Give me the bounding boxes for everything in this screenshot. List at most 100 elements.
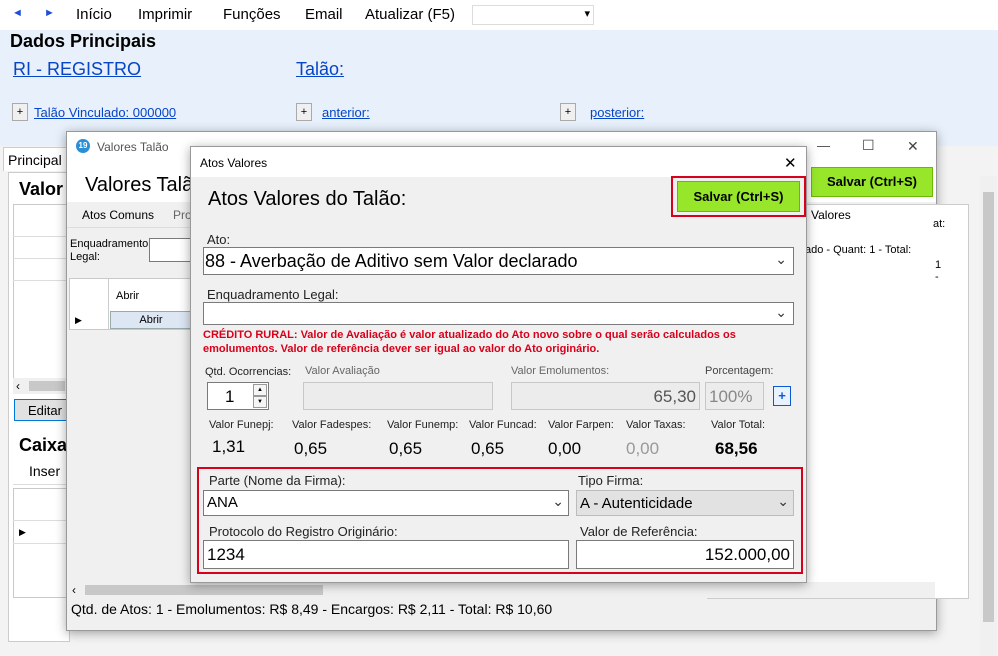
- chevron-down-icon: ⌄: [775, 251, 787, 267]
- valor-grid-hscroll[interactable]: ‹: [13, 378, 68, 394]
- atos-grid: Abrir ▶ Abrir: [69, 278, 192, 330]
- parte-label: Parte (Nome da Firma):: [209, 473, 346, 488]
- credito-rural-notice: CRÉDITO RURAL: Valor de Avaliação é valo…: [203, 329, 736, 355]
- valor-referencia-field[interactable]: 152.000,00: [576, 540, 794, 569]
- tab-atos-comuns[interactable]: Atos Comuns: [82, 208, 154, 222]
- enquadramento-field[interactable]: [149, 238, 193, 262]
- tipo-firma-select[interactable]: A - Autenticidade ⌄: [576, 490, 794, 516]
- scroll-thumb[interactable]: [983, 192, 994, 622]
- posterior-expand-button[interactable]: +: [560, 103, 576, 121]
- menu-inicio[interactable]: Início: [76, 6, 112, 23]
- grid-line: [13, 520, 68, 521]
- parte-combobox[interactable]: ANA ⌄: [203, 490, 569, 516]
- qtd-ocorrencias-value: 1: [225, 387, 235, 406]
- enquadramento-label: Enquadramento Legal:: [70, 238, 149, 263]
- atos-valores-titlebar: Atos Valores ✕: [191, 147, 806, 177]
- valores-hscroll[interactable]: ‹: [69, 582, 935, 598]
- atos-valores-dialog: Atos Valores ✕ Atos Valores do Talão: Sa…: [190, 146, 807, 583]
- tab-valores[interactable]: Valores: [811, 208, 851, 222]
- scroll-left-icon[interactable]: ‹: [72, 583, 76, 597]
- editar-button[interactable]: Editar: [14, 399, 68, 421]
- valor-grid: [13, 204, 68, 394]
- fadespes-value: 0,65: [294, 439, 328, 458]
- talao-link[interactable]: Talão:: [296, 59, 344, 80]
- maximize-icon[interactable]: ☐: [862, 137, 875, 154]
- funcad-value: 0,65: [471, 439, 505, 458]
- porcentagem-plus-button[interactable]: +: [773, 386, 791, 406]
- menu-atualizar[interactable]: Atualizar (F5): [365, 6, 455, 23]
- back-arrow-icon[interactable]: ◄: [12, 7, 23, 19]
- protocolo-value: 1234: [207, 545, 245, 564]
- qtd-ocorrencias-label: Qtd. Ocorrencias:: [205, 366, 292, 378]
- posterior-link[interactable]: posterior:: [590, 105, 644, 120]
- protocolo-field[interactable]: 1234: [203, 540, 569, 569]
- chevron-down-icon: ⌄: [775, 304, 787, 320]
- valor-total-label: Valor Total:: [711, 419, 766, 431]
- valor-referencia-label: Valor de Referência:: [580, 524, 698, 539]
- ato-select-value: 88 - Averbação de Aditivo sem Valor decl…: [205, 251, 578, 271]
- summary-bar: Qtd. de Atos: 1 - Emolumentos: R$ 8,49 -…: [71, 601, 553, 617]
- app-logo-icon: 19: [76, 139, 90, 153]
- anterior-link[interactable]: anterior:: [322, 105, 370, 120]
- funepj-label: Valor Funepj:: [209, 419, 274, 431]
- row-selector-icon: ▶: [19, 527, 26, 537]
- talao-vinculado-expand-button[interactable]: +: [12, 103, 28, 121]
- valor-emolumentos-field[interactable]: 65,30: [511, 382, 700, 410]
- tab-principal[interactable]: Principal: [3, 147, 69, 171]
- scroll-thumb[interactable]: [85, 585, 323, 595]
- close-icon[interactable]: ✕: [784, 154, 797, 172]
- farpen-label: Valor Farpen:: [548, 419, 614, 431]
- combo-arrow-icon: ▾: [584, 8, 590, 20]
- atos-valores-title: Atos Valores: [200, 156, 268, 170]
- valores-talao-heading: Valores Talão: [85, 174, 205, 196]
- right-peek-label: at:: [933, 218, 946, 230]
- valor-avaliacao-field[interactable]: [303, 382, 493, 410]
- grid-header-abrir: Abrir: [116, 290, 140, 302]
- top-combo[interactable]: ▾: [472, 5, 594, 25]
- grid-line: [108, 279, 109, 329]
- menu-funcoes[interactable]: Funções: [223, 6, 281, 23]
- tipo-firma-label: Tipo Firma:: [578, 473, 644, 488]
- grid-line: [13, 236, 68, 237]
- main-vscroll[interactable]: [980, 176, 997, 656]
- grid-abrir-button[interactable]: Abrir: [110, 311, 192, 329]
- valores-talao-salvar-button[interactable]: Salvar (Ctrl+S): [811, 167, 933, 197]
- qtd-ocorrencias-spinner[interactable]: 1 ▲ ▼: [207, 382, 269, 410]
- close-icon[interactable]: ✕: [907, 138, 919, 155]
- talao-vinculado-link[interactable]: Talão Vinculado: 000000: [34, 105, 176, 120]
- enquadramento-legal-select[interactable]: ⌄: [203, 302, 794, 325]
- porcentagem-field[interactable]: 100%: [705, 382, 764, 410]
- spin-down-icon[interactable]: ▼: [253, 396, 267, 408]
- funemp-label: Valor Funemp:: [387, 419, 459, 431]
- scroll-thumb[interactable]: [29, 381, 65, 391]
- menu-email[interactable]: Email: [305, 6, 343, 23]
- tipo-firma-value: A - Autenticidade: [580, 495, 693, 512]
- ato-select[interactable]: 88 - Averbação de Aditivo sem Valor decl…: [203, 247, 794, 275]
- forward-arrow-icon[interactable]: ►: [44, 7, 55, 19]
- valores-talao-title: Valores Talão: [97, 140, 169, 154]
- chevron-down-icon: ⌄: [552, 493, 564, 509]
- grid-line: [13, 543, 68, 544]
- ri-registro-link[interactable]: RI - REGISTRO: [13, 59, 141, 80]
- valor-emolumentos-label: Valor Emolumentos:: [511, 365, 610, 377]
- fadespes-label: Valor Fadespes:: [292, 419, 372, 431]
- menu-bar: ◄ ► Início Imprimir Funções Email Atuali…: [0, 0, 998, 30]
- taxas-value: 0,00: [626, 439, 660, 458]
- funemp-value: 0,65: [389, 439, 423, 458]
- inserir-button[interactable]: Inser: [13, 459, 68, 485]
- funcad-label: Valor Funcad:: [469, 419, 537, 431]
- row-selector-icon: ▶: [75, 315, 82, 325]
- taxas-label: Valor Taxas:: [626, 419, 686, 431]
- valor-section-heading: Valor: [19, 179, 64, 199]
- anterior-expand-button[interactable]: +: [296, 103, 312, 121]
- porcentagem-value: 100%: [709, 387, 753, 406]
- scroll-left-icon[interactable]: ‹: [16, 379, 20, 393]
- ato-label: Ato:: [207, 232, 231, 247]
- spin-up-icon[interactable]: ▲: [253, 384, 267, 396]
- grid-line: [13, 258, 68, 259]
- tab-pro[interactable]: Pro: [173, 208, 192, 222]
- parte-value: ANA: [207, 494, 238, 511]
- salvar-button[interactable]: Salvar (Ctrl+S): [677, 181, 800, 212]
- minimize-icon[interactable]: —: [817, 138, 830, 153]
- menu-imprimir[interactable]: Imprimir: [138, 6, 192, 23]
